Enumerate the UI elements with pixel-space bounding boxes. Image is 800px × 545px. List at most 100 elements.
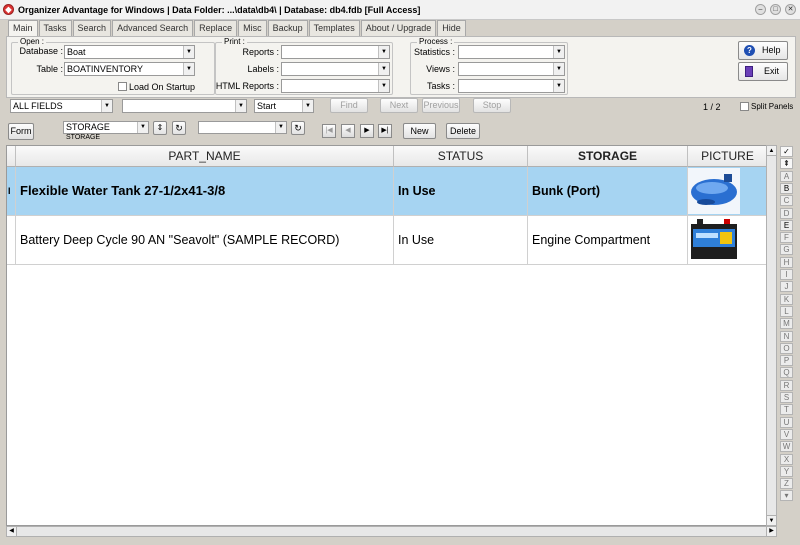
sort-order-icon[interactable]: ⇕ bbox=[153, 121, 167, 135]
cell-picture[interactable] bbox=[688, 216, 766, 265]
alpha-index-item[interactable]: B bbox=[780, 182, 793, 194]
scroll-up-icon[interactable]: ▲ bbox=[767, 146, 776, 156]
alpha-index-item[interactable]: Y bbox=[780, 465, 793, 477]
column-header-status[interactable]: STATUS bbox=[394, 146, 528, 167]
cell-part-name[interactable]: Flexible Water Tank 27-1/2x41-3/8 bbox=[16, 167, 394, 216]
alpha-index-item[interactable]: Z bbox=[780, 478, 793, 490]
tab-advanced-search[interactable]: Advanced Search bbox=[112, 20, 194, 36]
search-input[interactable]: ▼ bbox=[122, 99, 247, 113]
alpha-index-item[interactable]: K bbox=[780, 293, 793, 305]
tab-main[interactable]: Main bbox=[8, 20, 38, 37]
alpha-index-item[interactable]: A bbox=[780, 170, 793, 182]
stop-button[interactable]: Stop bbox=[473, 98, 511, 113]
tab-tasks[interactable]: Tasks bbox=[38, 20, 72, 36]
alpha-index-item[interactable]: G bbox=[780, 244, 793, 256]
chevron-down-icon: ▼ bbox=[378, 46, 389, 58]
tab-search[interactable]: Search bbox=[72, 20, 112, 36]
split-panels-checkbox[interactable] bbox=[740, 102, 749, 111]
minimize-button[interactable]: – bbox=[755, 4, 766, 15]
alpha-index-item[interactable]: T bbox=[780, 404, 793, 416]
vertical-scrollbar[interactable]: ▲ ▼ bbox=[766, 145, 777, 526]
views-select[interactable]: ▼ bbox=[458, 62, 565, 76]
delete-button[interactable]: Delete bbox=[446, 123, 480, 139]
form-button[interactable]: Form bbox=[8, 123, 34, 140]
table-value: BOATINVENTORY bbox=[67, 64, 144, 74]
tab-misc[interactable]: Misc bbox=[238, 20, 267, 36]
alpha-index-item[interactable]: F bbox=[780, 232, 793, 244]
open-group-title: Open : bbox=[18, 37, 47, 46]
tab-replace[interactable]: Replace bbox=[194, 20, 238, 36]
tab-backup[interactable]: Backup bbox=[267, 20, 308, 36]
tab-hide[interactable]: Hide bbox=[437, 20, 466, 36]
cell-storage[interactable]: Engine Compartment bbox=[528, 216, 688, 265]
search-field-select[interactable]: ALL FIELDS ▼ bbox=[10, 99, 113, 113]
chevron-down-icon: ▼ bbox=[378, 63, 389, 75]
help-button[interactable]: ? Help bbox=[738, 41, 788, 60]
previous-record-icon[interactable]: ◀ bbox=[341, 124, 355, 138]
alpha-index-item[interactable]: L bbox=[780, 305, 793, 317]
chevron-down-icon: ▼ bbox=[553, 63, 564, 75]
alpha-index-item[interactable]: M bbox=[780, 318, 793, 330]
cell-storage[interactable]: Bunk (Port) bbox=[528, 167, 688, 216]
tab-templates[interactable]: Templates bbox=[308, 20, 360, 36]
database-select[interactable]: Boat ▼ bbox=[64, 45, 195, 59]
filter-select[interactable]: ▼ bbox=[198, 121, 287, 134]
column-header-part-name[interactable]: PART_NAME bbox=[16, 146, 394, 167]
alpha-index-item[interactable]: C bbox=[780, 195, 793, 207]
row-marker[interactable]: I bbox=[7, 167, 16, 216]
alpha-index-item[interactable]: ⇞ bbox=[780, 158, 793, 170]
scroll-right-icon[interactable]: ▶ bbox=[766, 527, 776, 536]
statistics-select[interactable]: ▼ bbox=[458, 45, 565, 59]
alpha-index-item[interactable]: H bbox=[780, 256, 793, 268]
alpha-index-item[interactable]: S bbox=[780, 392, 793, 403]
horizontal-scrollbar[interactable]: ◀ ▶ bbox=[6, 526, 777, 537]
column-header-storage[interactable]: STORAGE bbox=[528, 146, 688, 167]
html-reports-select[interactable]: ▼ bbox=[281, 79, 390, 93]
cell-status[interactable]: In Use bbox=[394, 167, 528, 216]
sort-field-select[interactable]: STORAGE ▼ bbox=[63, 121, 149, 134]
tab-about-upgrade[interactable]: About / Upgrade bbox=[360, 20, 437, 36]
new-button[interactable]: New bbox=[403, 123, 436, 139]
alpha-index-item[interactable]: I bbox=[780, 269, 793, 280]
maximize-button[interactable]: □ bbox=[770, 4, 781, 15]
scroll-left-icon[interactable]: ◀ bbox=[7, 527, 17, 536]
next-button[interactable]: Next bbox=[380, 98, 418, 113]
alpha-index-item[interactable]: J bbox=[780, 281, 793, 293]
exit-label: Exit bbox=[764, 66, 780, 76]
alpha-index-item[interactable]: N bbox=[780, 330, 793, 342]
find-button[interactable]: Find bbox=[330, 98, 368, 113]
next-record-icon[interactable]: ▶ bbox=[360, 124, 374, 138]
alpha-index-item[interactable]: D bbox=[780, 207, 793, 219]
alpha-index-item[interactable]: ▾ bbox=[780, 490, 793, 502]
alpha-index-item[interactable]: P bbox=[780, 355, 793, 367]
cell-picture[interactable] bbox=[688, 167, 766, 216]
refresh-icon[interactable]: ↻ bbox=[172, 121, 186, 135]
search-mode-select[interactable]: Start ▼ bbox=[254, 99, 314, 113]
scroll-down-icon[interactable]: ▼ bbox=[767, 515, 776, 525]
previous-button[interactable]: Previous bbox=[422, 98, 460, 113]
alpha-index-item[interactable]: U bbox=[780, 416, 793, 428]
tasks-select[interactable]: ▼ bbox=[458, 79, 565, 93]
close-button[interactable]: ✕ bbox=[785, 4, 796, 15]
reports-select[interactable]: ▼ bbox=[281, 45, 390, 59]
exit-button[interactable]: Exit bbox=[738, 62, 788, 81]
labels-select[interactable]: ▼ bbox=[281, 62, 390, 76]
alpha-index-item[interactable]: R bbox=[780, 379, 793, 391]
last-record-icon[interactable]: ▶| bbox=[378, 124, 392, 138]
cell-part-name[interactable]: Battery Deep Cycle 90 AN "Seavolt" (SAMP… bbox=[16, 216, 394, 265]
row-marker[interactable] bbox=[7, 216, 16, 265]
alpha-index-item[interactable]: V bbox=[780, 428, 793, 440]
table-select[interactable]: BOATINVENTORY ▼ bbox=[64, 62, 195, 76]
refresh-icon[interactable]: ↻ bbox=[291, 121, 305, 135]
app-icon: ◆ bbox=[3, 4, 14, 15]
alpha-index-item[interactable]: E bbox=[780, 219, 793, 231]
alpha-index-item[interactable]: X bbox=[780, 453, 793, 465]
first-record-icon[interactable]: |◀ bbox=[322, 124, 336, 138]
alpha-index-item[interactable]: O bbox=[780, 342, 793, 354]
alpha-index-item[interactable]: ✓ bbox=[780, 146, 793, 157]
alpha-index-item[interactable]: Q bbox=[780, 367, 793, 379]
cell-status[interactable]: In Use bbox=[394, 216, 528, 265]
column-header-picture[interactable]: PICTURE bbox=[688, 146, 766, 167]
load-on-startup-checkbox[interactable] bbox=[118, 82, 127, 91]
alpha-index-item[interactable]: W bbox=[780, 441, 793, 453]
